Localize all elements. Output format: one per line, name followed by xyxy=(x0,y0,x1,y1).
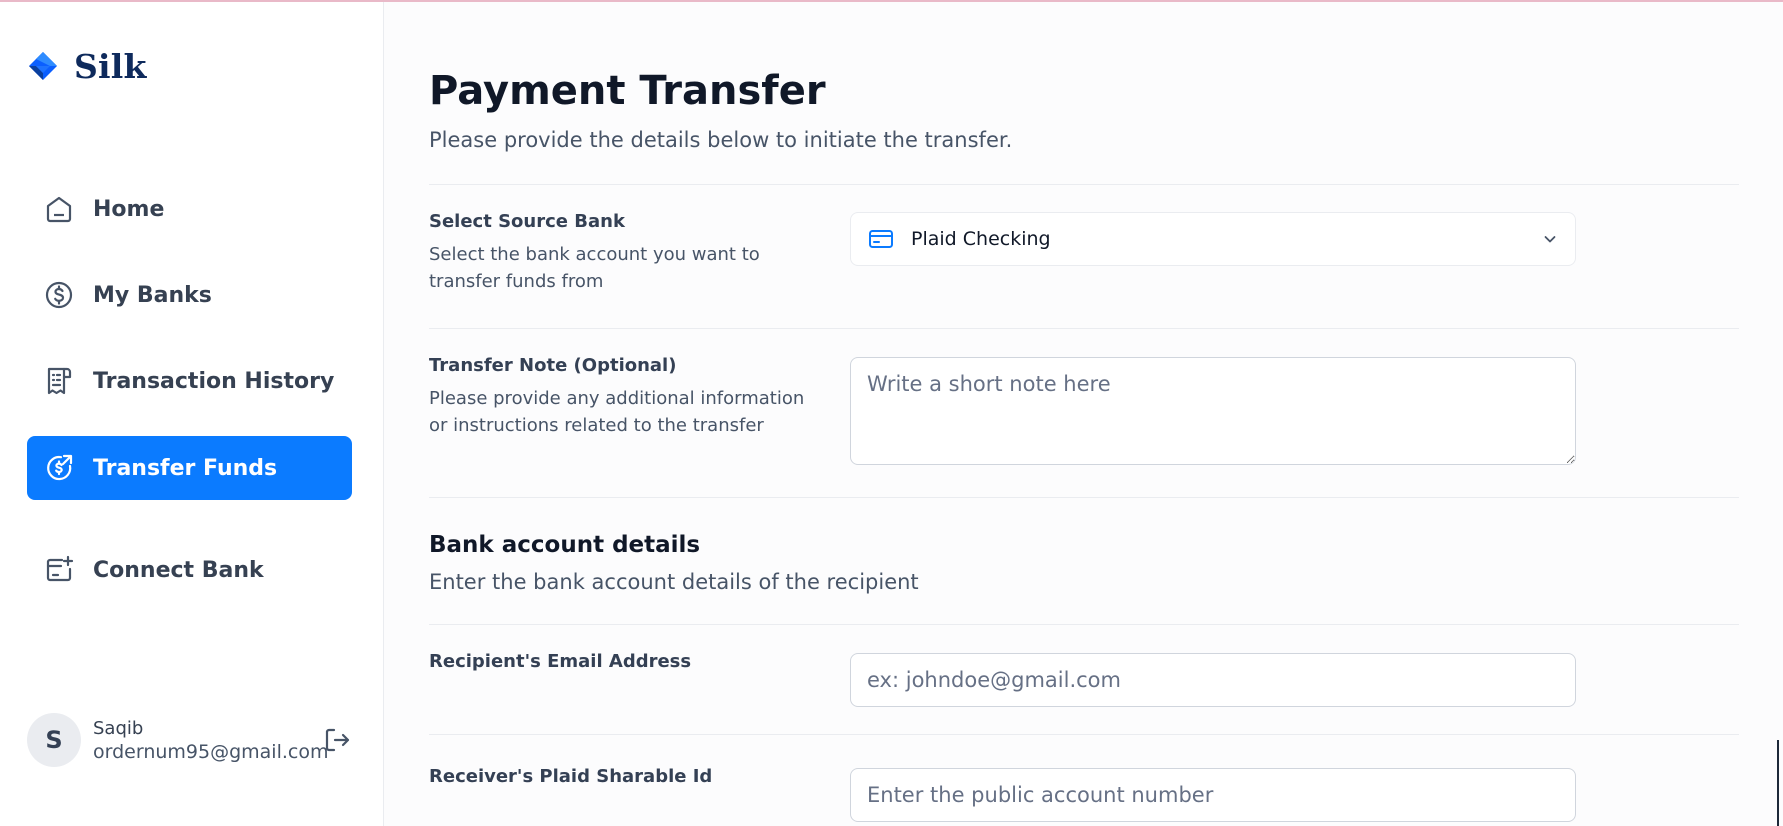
section-subtitle: Enter the bank account details of the re… xyxy=(429,570,919,594)
source-bank-select[interactable]: Plaid Checking xyxy=(850,212,1576,266)
source-bank-value: Plaid Checking xyxy=(911,228,1051,250)
logout-icon[interactable] xyxy=(323,726,351,754)
sidebar-item-transfer-funds[interactable]: Transfer Funds xyxy=(27,436,352,500)
app-name: Silk xyxy=(74,46,147,86)
sidebar: Silk Home My Banks Transaction History T… xyxy=(0,2,384,826)
transfer-icon xyxy=(43,452,75,484)
chevron-down-icon xyxy=(1544,236,1556,243)
recipient-email-input[interactable] xyxy=(850,653,1576,707)
dollar-circle-icon xyxy=(43,279,75,311)
user-profile: S Saqib ordernum95@gmail.com xyxy=(27,708,357,772)
transfer-note-description: Please provide any additional informatio… xyxy=(429,388,805,436)
sidebar-item-label: Connect Bank xyxy=(93,557,264,583)
divider xyxy=(429,624,1739,625)
user-info: Saqib ordernum95@gmail.com xyxy=(93,718,329,763)
sharable-id-label: Receiver's Plaid Sharable Id xyxy=(429,766,713,787)
sharable-id-input[interactable] xyxy=(850,768,1576,822)
silk-logo-icon xyxy=(29,52,57,80)
divider xyxy=(429,734,1739,735)
page-subtitle: Please provide the details below to init… xyxy=(429,128,1013,152)
sidebar-item-my-banks[interactable]: My Banks xyxy=(27,263,352,327)
recipient-email-label: Recipient's Email Address xyxy=(429,651,692,672)
avatar[interactable]: S xyxy=(27,713,81,767)
sidebar-item-label: Transaction History xyxy=(93,368,335,394)
receipt-icon xyxy=(43,365,75,397)
credit-card-icon xyxy=(869,230,893,248)
source-bank-description: Select the bank account you want to tran… xyxy=(429,244,760,292)
logo[interactable]: Silk xyxy=(26,46,147,86)
page-title: Payment Transfer xyxy=(429,68,826,114)
divider xyxy=(429,497,1739,498)
connect-bank-icon xyxy=(43,554,75,586)
divider xyxy=(429,184,1739,185)
section-title: Bank account details xyxy=(429,532,701,558)
transfer-note-label: Transfer Note (Optional) xyxy=(429,355,677,376)
sidebar-item-connect-bank[interactable]: Connect Bank xyxy=(27,538,352,602)
user-name: Saqib xyxy=(93,717,144,739)
home-icon xyxy=(43,193,75,225)
sidebar-item-label: My Banks xyxy=(93,282,212,308)
sidebar-item-home[interactable]: Home xyxy=(27,177,352,241)
transfer-note-textarea[interactable] xyxy=(850,357,1576,465)
divider xyxy=(429,328,1739,329)
sidebar-item-transaction-history[interactable]: Transaction History xyxy=(27,349,352,413)
scrollbar[interactable] xyxy=(1777,740,1779,826)
user-email: ordernum95@gmail.com xyxy=(93,740,329,763)
sidebar-item-label: Transfer Funds xyxy=(93,455,278,481)
source-bank-label: Select Source Bank xyxy=(429,211,625,232)
sidebar-item-label: Home xyxy=(93,196,165,222)
